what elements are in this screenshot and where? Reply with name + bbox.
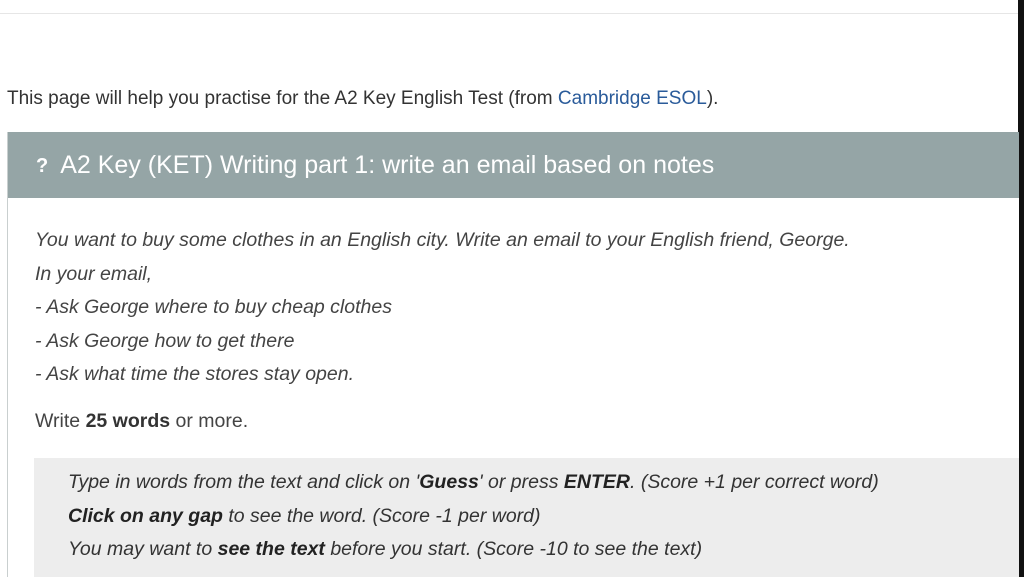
task-line: In your email, <box>35 262 153 285</box>
enter-keyword: ENTER <box>563 471 630 493</box>
instruction-text: before you start. (Score -10 to see the … <box>324 538 703 560</box>
task-line: - Ask what time the stores stay open. <box>35 363 354 385</box>
instruction-text: . (Score +1 per correct word) <box>629 471 879 493</box>
intro-text: This page will help you practise for the… <box>7 88 558 109</box>
intro-text-end: ). <box>706 88 719 109</box>
top-divider <box>0 13 1018 14</box>
word-count-value: 25 words <box>85 410 171 432</box>
word-count-text-end: or more. <box>170 410 249 432</box>
exercise-panel: ? A2 Key (KET) Writing part 1: write an … <box>7 132 1019 577</box>
see-text-keyword: see the text <box>217 538 325 560</box>
intro-paragraph: This page will help you practise for the… <box>7 87 718 111</box>
instruction-text: ' or press <box>478 471 564 493</box>
instruction-gap: Click on any gap to see the word. (Score… <box>68 500 879 534</box>
task-line: You want to buy some clothes in an Engli… <box>35 229 850 251</box>
instruction-see-text: You may want to see the text before you … <box>68 533 879 567</box>
question-mark-icon: ? <box>36 154 49 177</box>
cambridge-esol-link[interactable]: Cambridge ESOL <box>558 88 707 109</box>
guess-keyword: Guess <box>419 471 479 493</box>
instruction-text: You may want to <box>68 538 218 560</box>
word-count-text: Write <box>35 410 86 432</box>
task-line: - Ask George where to buy cheap clothes <box>35 296 392 318</box>
instruction-text: to see the word. (Score -1 per word) <box>222 504 541 527</box>
instruction-guess: Type in words from the text and click on… <box>68 466 879 500</box>
exercise-header[interactable]: ? A2 Key (KET) Writing part 1: write an … <box>8 132 1019 198</box>
word-count-requirement: Write 25 words or more. <box>35 409 248 433</box>
page: This page will help you practise for the… <box>0 0 1024 577</box>
exercise-title: A2 Key (KET) Writing part 1: write an em… <box>60 150 715 179</box>
task-line: - Ask George how to get there <box>35 329 295 352</box>
instructions-box: Type in words from the text and click on… <box>34 458 1019 577</box>
instruction-text: Type in words from the text and click on… <box>68 471 420 493</box>
click-gap-keyword: Click on any gap <box>68 504 223 527</box>
task-description: You want to buy some clothes in an Engli… <box>35 224 850 392</box>
